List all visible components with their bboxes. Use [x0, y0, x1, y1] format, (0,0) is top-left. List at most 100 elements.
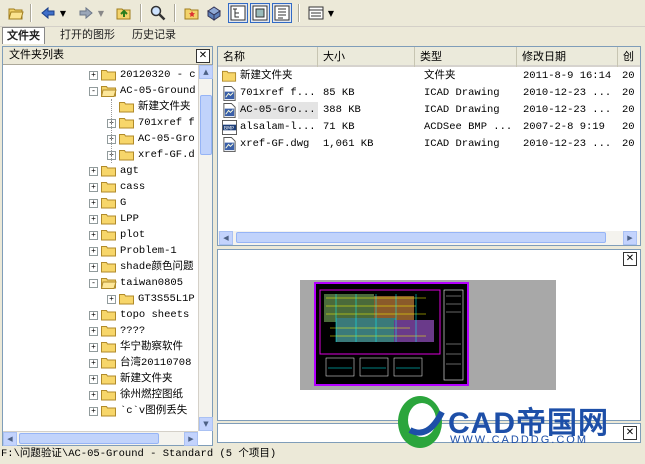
scroll-thumb[interactable]	[200, 95, 212, 155]
column-created[interactable]: 创建	[618, 47, 640, 67]
up-folder-icon[interactable]	[114, 3, 134, 23]
tree-item[interactable]: + 华宁勘察软件	[3, 339, 198, 355]
tree-item[interactable]: 新建文件夹	[3, 99, 198, 115]
expand-icon[interactable]: +	[89, 71, 98, 80]
description-toggle-icon[interactable]	[272, 3, 292, 23]
tree-item[interactable]: + Problem-1	[3, 243, 198, 259]
folder-icon	[119, 294, 134, 305]
column-modified[interactable]: 修改日期	[517, 47, 618, 67]
file-created-cell: 20	[622, 70, 635, 82]
scroll-left-icon[interactable]: ◀	[3, 432, 17, 446]
file-modified-cell: 2011-8-9 16:14	[523, 70, 612, 82]
folder-tree-pane: 文件夹列表 ✕ +20120320 - c - AC-05-Ground 新建文件夹 +…	[2, 46, 213, 446]
scroll-left-icon[interactable]: ◀	[219, 231, 233, 245]
tree-item[interactable]: + agt	[3, 163, 198, 179]
tree-item[interactable]: + 徐州燃控图纸	[3, 387, 198, 403]
column-type[interactable]: 类型	[415, 47, 517, 67]
file-type-cell: ACDSee BMP ...	[424, 121, 513, 133]
column-size[interactable]: 大小	[318, 47, 415, 67]
expand-icon[interactable]: +	[89, 311, 98, 320]
tree-item[interactable]: + plot	[3, 227, 198, 243]
folder-icon	[101, 166, 116, 177]
tree-vertical-scrollbar[interactable]: ▲ ▼	[198, 65, 213, 431]
tree-item[interactable]: + 台湾20110708	[3, 355, 198, 371]
tree-item[interactable]: + xref-GF.d	[3, 147, 198, 163]
tree-item-label: 新建文件夹	[120, 373, 173, 385]
tree-item[interactable]: +20120320 - c	[3, 67, 198, 83]
tab-open-drawings[interactable]: 打开的图形	[56, 27, 119, 44]
file-row[interactable]: xref-GF.dwg 1,061 KB ICAD Drawing 2010-12-2…	[218, 136, 640, 153]
back-dropdown-icon[interactable]: ▼	[58, 3, 68, 23]
expand-icon[interactable]: +	[89, 359, 98, 368]
folder-icon	[101, 390, 116, 401]
tree-item[interactable]: + `c`v图例丢失	[3, 403, 198, 419]
tree-item[interactable]: - AC-05-Ground	[3, 83, 198, 99]
scroll-right-icon[interactable]: ▶	[184, 432, 198, 446]
close-icon[interactable]: ✕	[196, 49, 210, 63]
tab-strip: 文件夹 打开的图形 历史记录	[0, 27, 645, 44]
tree-item[interactable]: - taiwan0805	[3, 275, 198, 291]
tree-item-label: ????	[120, 325, 146, 337]
expand-icon[interactable]: +	[89, 391, 98, 400]
views-dropdown-icon[interactable]: ▼	[326, 3, 336, 23]
scroll-right-icon[interactable]: ▶	[623, 231, 637, 245]
tree-item[interactable]: + GT3S55L1P	[3, 291, 198, 307]
tree-toggle-icon[interactable]	[228, 3, 248, 23]
scroll-up-icon[interactable]: ▲	[199, 65, 213, 79]
views-icon[interactable]	[306, 3, 326, 23]
expand-icon[interactable]: +	[89, 183, 98, 192]
expand-icon[interactable]: +	[89, 199, 98, 208]
file-row[interactable]: 新建文件夹 文件夹 2011-8-9 16:14 20	[218, 68, 640, 85]
column-name[interactable]: 名称	[218, 47, 318, 67]
tree-horizontal-scrollbar[interactable]: ◀ ▶	[3, 431, 198, 446]
back-arrow-icon[interactable]	[38, 3, 58, 23]
favorites-folder-icon[interactable]	[182, 3, 202, 23]
tree-item[interactable]: + G	[3, 195, 198, 211]
expand-icon[interactable]: +	[89, 407, 98, 416]
tree-item[interactable]: + LPP	[3, 211, 198, 227]
file-row[interactable]: 701xref f... 85 KB ICAD Drawing 2010-12-23 …	[218, 85, 640, 102]
folder-icon	[119, 102, 134, 113]
expand-icon[interactable]: +	[89, 327, 98, 336]
tab-folders[interactable]: 文件夹	[2, 27, 45, 44]
tree-item-label: 台湾20110708	[120, 357, 192, 369]
tree-item[interactable]: +????	[3, 323, 198, 339]
scroll-thumb[interactable]	[236, 232, 606, 243]
file-row[interactable]: AC-05-Gro... 388 KB ICAD Drawing 2010-12-23…	[218, 102, 640, 119]
tree-item-label: 20120320 - c	[120, 69, 196, 81]
open-folder-icon[interactable]	[6, 3, 26, 23]
tree-item-label: AC-05-Gro	[138, 133, 195, 145]
expand-icon[interactable]: +	[89, 263, 98, 272]
expand-icon[interactable]: +	[89, 167, 98, 176]
file-type-cell: 文件夹	[424, 70, 456, 82]
expand-icon[interactable]: +	[89, 343, 98, 352]
expand-icon[interactable]: +	[89, 231, 98, 240]
expand-icon[interactable]: +	[107, 295, 116, 304]
close-icon[interactable]: ✕	[623, 252, 637, 266]
tree-item[interactable]: + cass	[3, 179, 198, 195]
tree-item[interactable]: + shade颜色问题	[3, 259, 198, 275]
collapse-icon[interactable]: -	[89, 87, 98, 96]
collapse-icon[interactable]: -	[89, 279, 98, 288]
folder-icon	[222, 70, 237, 82]
tree-item[interactable]: +701xref f	[3, 115, 198, 131]
expand-icon[interactable]: +	[89, 215, 98, 224]
forward-arrow-icon[interactable]	[76, 3, 96, 23]
tree-item[interactable]: + AC-05-Gro	[3, 131, 198, 147]
file-list-horizontal-scrollbar[interactable]: ◀ ▶	[218, 231, 640, 245]
tree-item[interactable]: + topo sheets	[3, 307, 198, 323]
file-row[interactable]: BMP alsalam-l... 71 KB ACDSee BMP ... 2007-2…	[218, 119, 640, 136]
tree-item-label: Problem-1	[120, 245, 177, 257]
folder-icon	[101, 406, 116, 417]
forward-dropdown-icon[interactable]: ▼	[96, 3, 106, 23]
expand-icon[interactable]: +	[89, 247, 98, 256]
scroll-down-icon[interactable]: ▼	[199, 417, 213, 431]
expand-icon[interactable]: +	[89, 375, 98, 384]
search-icon[interactable]	[148, 3, 168, 23]
scroll-thumb[interactable]	[19, 433, 159, 444]
tree-item[interactable]: + 新建文件夹	[3, 371, 198, 387]
folder-icon	[101, 374, 116, 385]
preview-toggle-icon[interactable]	[250, 3, 270, 23]
tab-history[interactable]: 历史记录	[128, 27, 180, 44]
load-icon[interactable]	[204, 3, 224, 23]
